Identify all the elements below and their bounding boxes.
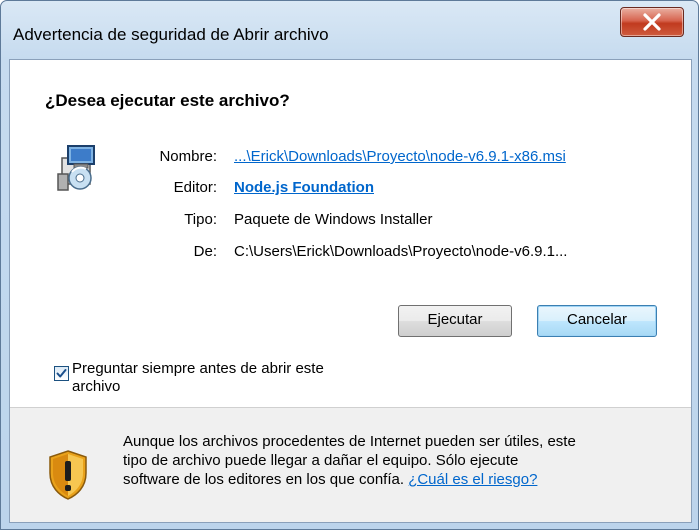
always-ask-label[interactable]: Preguntar siempre antes de abrir este ar…: [72, 360, 402, 396]
cancel-button[interactable]: Cancelar: [537, 305, 657, 337]
warning-line1: Aunque los archivos procedentes de Inter…: [123, 433, 576, 450]
close-button[interactable]: [620, 7, 684, 37]
name-label: Nombre:: [159, 148, 217, 165]
warning-line2: tipo de archivo puede llegar a dañar el …: [123, 452, 519, 469]
installer-package-icon: [57, 145, 95, 191]
title-bar[interactable]: Advertencia de seguridad de Abrir archiv…: [1, 1, 698, 59]
dialog-heading: ¿Desea ejecutar este archivo?: [45, 91, 290, 110]
warning-shield-icon: [49, 450, 87, 500]
main-panel: ¿Desea ejecutar este archivo? Nombre: ..…: [10, 60, 691, 410]
file-type-value: Paquete de Windows Installer: [234, 211, 433, 228]
run-button[interactable]: Ejecutar: [398, 305, 512, 337]
always-ask-checkbox[interactable]: [54, 366, 69, 381]
risk-link[interactable]: ¿Cuál es el riesgo?: [408, 471, 537, 488]
publisher-label: Editor:: [173, 179, 217, 196]
warning-line3-text: software de los editores en los que conf…: [123, 471, 405, 488]
publisher-link[interactable]: Node.js Foundation: [234, 179, 374, 196]
file-name-link[interactable]: ...\Erick\Downloads\Proyecto\node-v6.9.1…: [234, 148, 566, 165]
security-warning-window: Advertencia de seguridad de Abrir archiv…: [0, 0, 699, 530]
checkmark-icon: [56, 369, 67, 378]
from-path-value: C:\Users\Erick\Downloads\Proyecto\node-v…: [234, 243, 568, 260]
window-title: Advertencia de seguridad de Abrir archiv…: [13, 25, 329, 44]
always-ask-label-line1: Preguntar siempre antes de abrir este: [72, 360, 324, 377]
dialog-content: ¿Desea ejecutar este archivo? Nombre: ..…: [9, 59, 692, 523]
close-icon: [643, 13, 661, 31]
always-ask-label-line2: archivo: [72, 378, 121, 395]
type-label: Tipo:: [184, 211, 217, 228]
warning-text: Aunque los archivos procedentes de Inter…: [123, 432, 683, 489]
warning-line3: software de los editores en los que conf…: [123, 470, 683, 489]
from-label: De:: [193, 243, 217, 260]
